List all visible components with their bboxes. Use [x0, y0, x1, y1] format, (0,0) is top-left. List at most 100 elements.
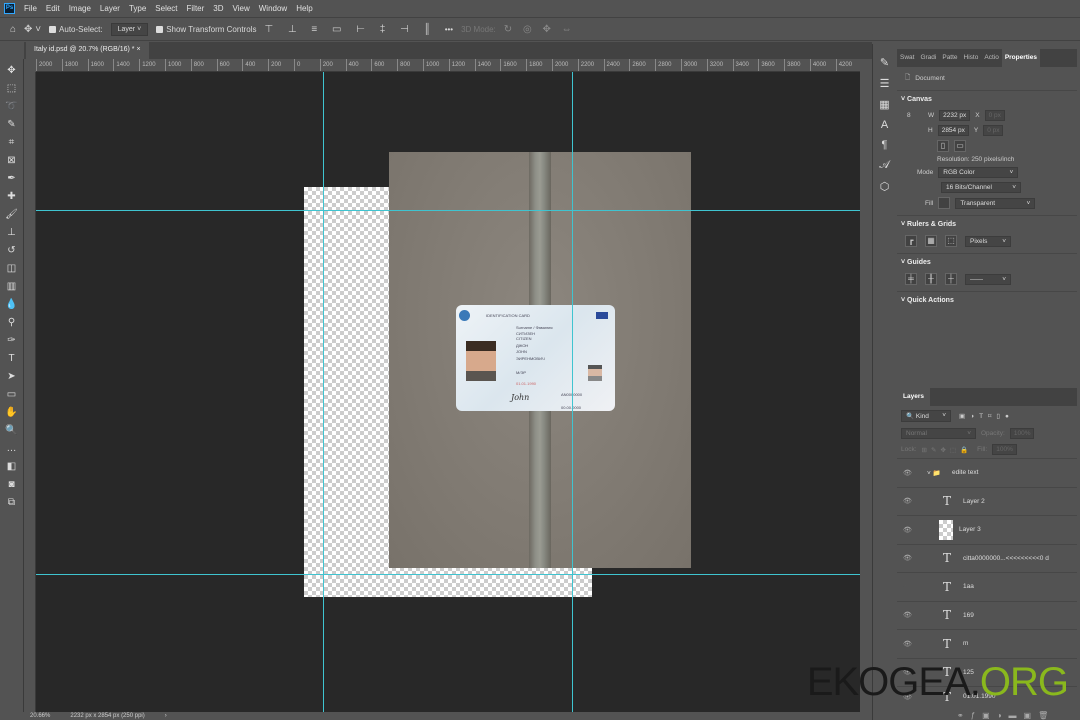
portrait-icon[interactable]: ▯	[937, 140, 949, 152]
zoom-level[interactable]: 20.66%	[30, 712, 50, 720]
brush-tool-icon[interactable]: 🖌	[4, 207, 20, 223]
bit-depth-dropdown[interactable]: 16 Bits/Channel ˅	[941, 182, 1021, 193]
color-swatches-icon[interactable]: ◧	[4, 459, 20, 475]
mode-dropdown[interactable]: RGB Color ˅	[938, 167, 1019, 178]
menu-help[interactable]: Help	[296, 4, 312, 13]
more-tools-icon[interactable]: …	[4, 441, 20, 457]
shape-tool-icon[interactable]: ▭	[4, 387, 20, 403]
layer-row[interactable]: 👁 Tcitta0000000...<<<<<<<<<0 d	[897, 543, 1077, 573]
layer-actions-bar[interactable]: ⚭ƒ▣◑▬▣🗑	[957, 711, 1055, 720]
fill-dropdown[interactable]: Transparent ˅	[955, 197, 1036, 209]
quick-actions-title[interactable]: Quick Actions	[907, 297, 954, 304]
3d-tools-icons[interactable]: ↻ ◎ ✥ ⇔	[504, 24, 576, 35]
menu-image[interactable]: Image	[69, 4, 91, 13]
guides-title[interactable]: Guides	[907, 259, 931, 266]
tab-properties[interactable]: Properties	[1001, 49, 1040, 67]
3d-icon[interactable]: ⬡	[880, 180, 890, 193]
fill-field[interactable]: 100%	[992, 444, 1017, 455]
quick-mask-icon[interactable]: ◙	[4, 477, 20, 493]
tab-actions[interactable]: Actio	[981, 49, 1001, 67]
blend-mode-dropdown[interactable]: Normal ˅	[901, 428, 976, 439]
pen-tool-icon[interactable]: ✑	[4, 333, 20, 349]
layer-row[interactable]: 👁 Tm	[897, 629, 1077, 658]
eye-icon[interactable]: 👁	[903, 640, 912, 648]
move-tool-icon[interactable]: ✥ ˅	[24, 24, 41, 35]
lock-guides-icon[interactable]: ╫	[925, 273, 937, 285]
eye-icon[interactable]: 👁	[903, 611, 912, 619]
guides-from-shape-icon[interactable]: ┼	[945, 273, 957, 285]
type-tool-icon[interactable]: T	[4, 351, 20, 367]
menu-edit[interactable]: Edit	[46, 4, 60, 13]
layer-row[interactable]: 👁 T 169	[897, 600, 1077, 630]
history-brush-icon[interactable]: ↺	[4, 243, 20, 259]
close-tab-icon[interactable]: ×	[136, 46, 140, 53]
healing-tool-icon[interactable]: ✚	[4, 189, 20, 205]
eraser-tool-icon[interactable]: ◫	[4, 261, 20, 277]
quick-select-tool-icon[interactable]: ✎	[4, 117, 20, 133]
link-icon[interactable]: 8	[907, 112, 923, 119]
auto-select-checkbox[interactable]: Auto-Select:	[49, 25, 103, 34]
layer-row[interactable]: 👁 T Layer 2	[897, 486, 1077, 516]
auto-select-target-dropdown[interactable]: Layer ˅	[110, 22, 149, 36]
brush-settings-icon[interactable]: ✎	[880, 56, 889, 69]
eye-icon[interactable]: 👁	[903, 554, 912, 562]
blur-tool-icon[interactable]: 💧	[4, 297, 20, 313]
rulers-grids-title[interactable]: Rulers & Grids	[907, 221, 956, 228]
menu-type[interactable]: Type	[129, 4, 146, 13]
lock-icons[interactable]: ⊞✎✥⬚🔒	[922, 446, 973, 454]
marquee-tool-icon[interactable]: ⬚	[4, 81, 20, 97]
guide-vertical[interactable]	[572, 72, 573, 712]
menu-view[interactable]: View	[233, 4, 250, 13]
character-icon[interactable]: A	[881, 119, 888, 131]
adjustments-icon[interactable]: ☰	[880, 77, 890, 90]
tab-layers[interactable]: Layers	[897, 388, 930, 406]
tab-gradients[interactable]: Gradi	[917, 49, 939, 67]
opacity-field[interactable]: 100%	[1009, 428, 1035, 439]
ruler-icon[interactable]: ┏	[905, 235, 917, 247]
glyphs-icon[interactable]: 𝒜	[879, 159, 889, 172]
status-menu-arrow[interactable]: ›	[165, 712, 167, 720]
menu-3d[interactable]: 3D	[213, 4, 223, 13]
more-options-button[interactable]: •••	[445, 25, 453, 34]
screen-mode-icon[interactable]: ⧉	[4, 495, 20, 511]
document-tab[interactable]: Italy id.psd @ 20.7% (RGB/16) * ×	[26, 42, 149, 59]
eyedropper-tool-icon[interactable]: ✒	[4, 171, 20, 187]
home-icon[interactable]: ⌂	[10, 24, 16, 35]
eye-icon[interactable]: 👁	[903, 469, 912, 477]
units-dropdown[interactable]: Pixels ˅	[965, 235, 1011, 247]
align-icons[interactable]: ⊤ ⊥ ≡ ▭ ⊢ ‡ ⊣ ║	[264, 24, 436, 35]
move-tool-icon[interactable]: ✥	[4, 63, 20, 79]
stamp-tool-icon[interactable]: ⊥	[4, 225, 20, 241]
pixel-grid-icon[interactable]: ⬚	[945, 235, 957, 247]
layer-filter-dropdown[interactable]: 🔍 Kind ˅	[901, 410, 951, 422]
gradient-tool-icon[interactable]: ▥	[4, 279, 20, 295]
eye-hidden-icon[interactable]: ▫	[903, 583, 905, 590]
path-select-tool-icon[interactable]: ➤	[4, 369, 20, 385]
guide-style-dropdown[interactable]: —— ˅	[965, 273, 1011, 285]
landscape-icon[interactable]: ▭	[954, 140, 966, 152]
zoom-tool-icon[interactable]: 🔍	[4, 423, 20, 439]
guide-vertical[interactable]	[323, 72, 324, 712]
tab-swatches[interactable]: Swat	[897, 49, 917, 67]
eye-icon[interactable]: 👁	[903, 526, 912, 534]
crop-tool-icon[interactable]: ⌗	[4, 135, 20, 151]
menu-layer[interactable]: Layer	[100, 4, 120, 13]
libraries-icon[interactable]: ▦	[879, 98, 889, 111]
show-transform-controls-checkbox[interactable]: Show Transform Controls	[156, 25, 256, 34]
menu-select[interactable]: Select	[155, 4, 177, 13]
fill-swatch[interactable]	[938, 197, 951, 209]
grid-icon[interactable]: ▦	[925, 235, 937, 247]
menu-file[interactable]: File	[24, 4, 37, 13]
frame-tool-icon[interactable]: ⊠	[4, 153, 20, 169]
canvas-section-title[interactable]: Canvas	[907, 96, 932, 103]
eye-icon[interactable]: 👁	[903, 497, 912, 505]
guide-layout-icon[interactable]: ╪	[905, 273, 917, 285]
dodge-tool-icon[interactable]: ⚲	[4, 315, 20, 331]
width-field[interactable]: 2232 px	[939, 110, 971, 121]
canvas-area[interactable]: IDENTIFICATION CARD Surname / Фамилия СИ…	[36, 72, 860, 712]
lasso-tool-icon[interactable]: ➰	[4, 99, 20, 115]
tab-histogram[interactable]: Histo	[961, 49, 982, 67]
menu-window[interactable]: Window	[259, 4, 287, 13]
layer-row[interactable]: ▫ T 1aa	[897, 572, 1077, 601]
menu-filter[interactable]: Filter	[187, 4, 205, 13]
